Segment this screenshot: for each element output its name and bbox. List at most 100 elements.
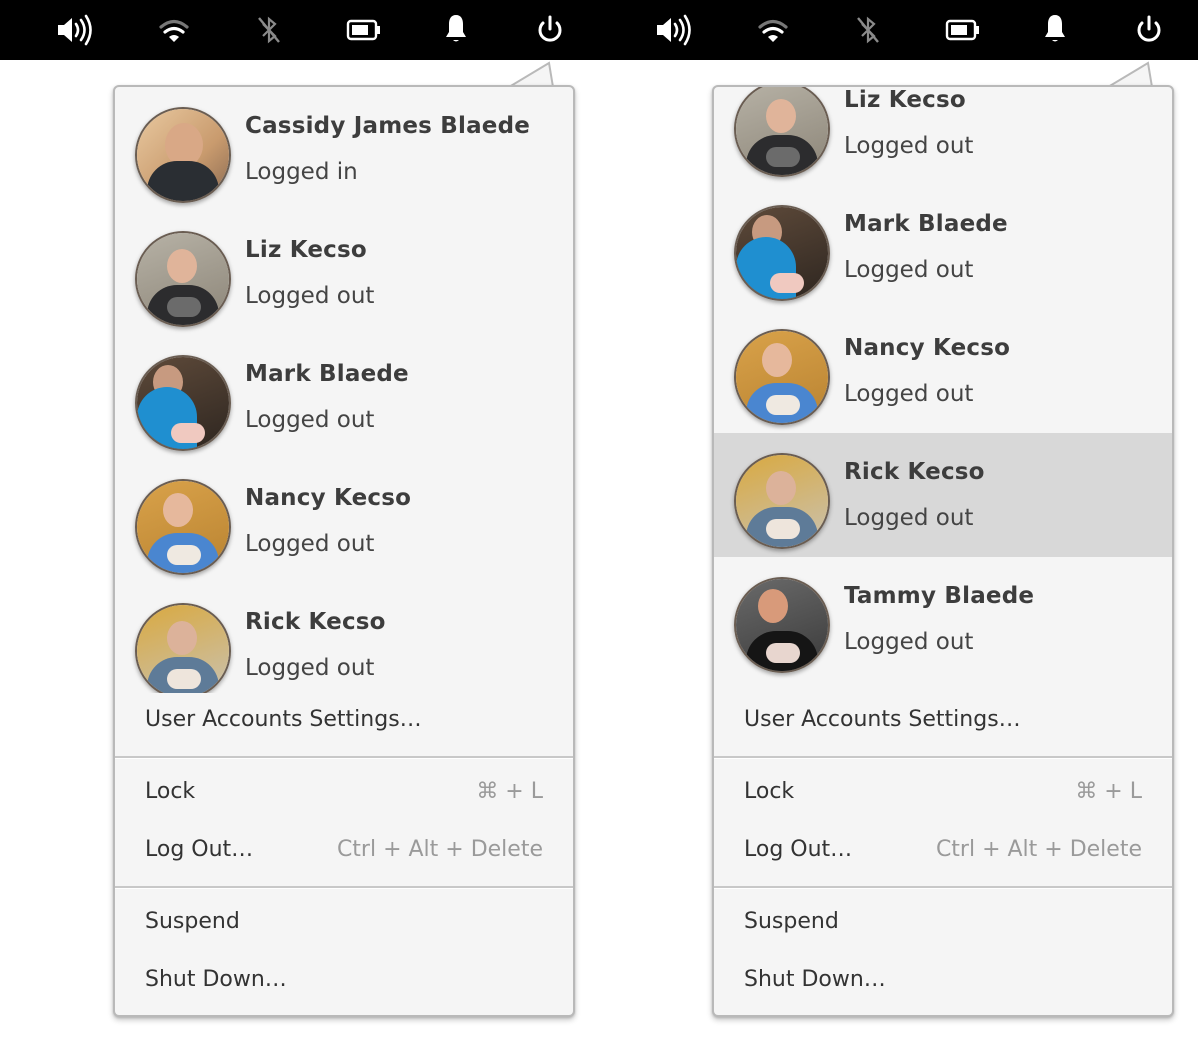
user-accounts-settings-item[interactable]: User Accounts Settings… [115, 693, 573, 751]
menu-separator [714, 756, 1172, 759]
notifications-indicator[interactable] [1037, 12, 1073, 48]
user-list[interactable]: Cassidy James Blaede Logged in Liz Kecso… [115, 87, 573, 693]
shut-down-item[interactable]: Shut Down… [115, 953, 573, 1011]
user-name: Mark Blaede [245, 361, 409, 387]
bluetooth-disabled-icon [258, 16, 280, 44]
menu-item-label: User Accounts Settings… [145, 707, 422, 732]
bluetooth-disabled-icon [857, 16, 879, 44]
menu-item-label: Lock [744, 779, 795, 804]
avatar [734, 453, 830, 549]
avatar [135, 355, 231, 451]
volume-icon [657, 14, 691, 46]
user-accounts-settings-item[interactable]: User Accounts Settings… [714, 693, 1172, 751]
user-row[interactable]: Tammy Blaede Logged out [714, 557, 1172, 681]
menu-item-label: Lock [145, 779, 196, 804]
bluetooth-indicator[interactable] [251, 12, 287, 48]
user-name: Mark Blaede [844, 211, 1008, 237]
volume-indicator[interactable] [56, 12, 92, 48]
user-row[interactable]: Rick Kecso Logged out [115, 583, 573, 693]
screenshot-left: Cassidy James Blaede Logged in Liz Kecso… [0, 0, 599, 1061]
suspend-item[interactable]: Suspend [714, 895, 1172, 953]
avatar [734, 329, 830, 425]
menu-separator [115, 756, 573, 759]
menu-separator [714, 886, 1172, 889]
avatar [135, 479, 231, 575]
log-out-item[interactable]: Log Out… Ctrl + Alt + Delete [115, 823, 573, 881]
keyboard-shortcut: Ctrl + Alt + Delete [336, 837, 543, 862]
user-name: Nancy Kecso [245, 485, 412, 511]
user-row-highlighted[interactable]: Rick Kecso Logged out [714, 433, 1172, 557]
battery-indicator[interactable] [945, 12, 981, 48]
menu-item-label: Suspend [145, 909, 240, 934]
popover-body: Liz Kecso Logged out Mark Blaede Logged … [712, 85, 1174, 1017]
menu-item-label: Log Out… [145, 837, 254, 862]
session-popover: Cassidy James Blaede Logged in Liz Kecso… [113, 61, 575, 1017]
power-icon [1137, 15, 1161, 42]
user-list[interactable]: Liz Kecso Logged out Mark Blaede Logged … [714, 87, 1172, 693]
user-status: Logged in [245, 159, 358, 185]
menu-separator [115, 886, 573, 889]
top-panel [599, 0, 1198, 60]
avatar [734, 87, 830, 177]
user-name: Tammy Blaede [844, 583, 1035, 609]
menu-item-label: Shut Down… [744, 967, 886, 992]
avatar [135, 231, 231, 327]
user-status: Logged out [844, 257, 974, 283]
user-row[interactable]: Liz Kecso Logged out [115, 211, 573, 335]
keyboard-shortcut: Ctrl + Alt + Delete [935, 837, 1142, 862]
shut-down-item[interactable]: Shut Down… [714, 953, 1172, 1011]
suspend-item[interactable]: Suspend [115, 895, 573, 953]
screenshot-right: Liz Kecso Logged out Mark Blaede Logged … [599, 0, 1198, 1061]
bluetooth-indicator[interactable] [850, 12, 886, 48]
user-name: Rick Kecso [245, 609, 386, 635]
user-status: Logged out [245, 283, 375, 309]
menu-item-label: User Accounts Settings… [744, 707, 1021, 732]
wifi-icon [758, 19, 788, 42]
user-row[interactable]: Nancy Kecso Logged out [115, 459, 573, 583]
notifications-bell-icon [1045, 15, 1065, 42]
keyboard-shortcut: ⌘ + L [476, 779, 543, 804]
user-status: Logged out [844, 629, 974, 655]
popover-body: Cassidy James Blaede Logged in Liz Kecso… [113, 85, 575, 1017]
user-row[interactable]: Cassidy James Blaede Logged in [115, 87, 573, 211]
battery-icon [945, 19, 979, 41]
network-indicator[interactable] [156, 12, 192, 48]
notifications-bell-icon [446, 15, 466, 42]
session-popover: Liz Kecso Logged out Mark Blaede Logged … [712, 61, 1174, 1017]
keyboard-shortcut: ⌘ + L [1075, 779, 1142, 804]
avatar [734, 205, 830, 301]
user-status: Logged out [844, 505, 974, 531]
user-status: Logged out [844, 381, 974, 407]
volume-icon [58, 14, 92, 46]
avatar [135, 107, 231, 203]
user-row[interactable]: Mark Blaede Logged out [115, 335, 573, 459]
top-panel [0, 0, 599, 60]
lock-item[interactable]: Lock ⌘ + L [115, 765, 573, 823]
user-row[interactable]: Liz Kecso Logged out [714, 87, 1172, 185]
lock-item[interactable]: Lock ⌘ + L [714, 765, 1172, 823]
log-out-item[interactable]: Log Out… Ctrl + Alt + Delete [714, 823, 1172, 881]
user-status: Logged out [245, 407, 375, 433]
user-name: Cassidy James Blaede [245, 113, 531, 139]
menu-item-label: Shut Down… [145, 967, 287, 992]
avatar [135, 603, 231, 693]
notifications-indicator[interactable] [438, 12, 474, 48]
user-name: Liz Kecso [245, 237, 367, 263]
user-name: Nancy Kecso [844, 335, 1011, 361]
menu-item-label: Log Out… [744, 837, 853, 862]
volume-indicator[interactable] [655, 12, 691, 48]
user-row[interactable]: Mark Blaede Logged out [714, 185, 1172, 309]
battery-icon [346, 19, 380, 41]
power-icon [538, 15, 562, 42]
battery-indicator[interactable] [346, 12, 382, 48]
user-name: Rick Kecso [844, 459, 985, 485]
user-status: Logged out [844, 133, 974, 159]
session-indicator[interactable] [1131, 12, 1167, 48]
user-status: Logged out [245, 655, 375, 681]
session-indicator[interactable] [532, 12, 568, 48]
user-row[interactable]: Nancy Kecso Logged out [714, 309, 1172, 433]
network-indicator[interactable] [755, 12, 791, 48]
wifi-icon [159, 19, 189, 42]
user-name: Liz Kecso [844, 87, 966, 113]
menu-item-label: Suspend [744, 909, 839, 934]
